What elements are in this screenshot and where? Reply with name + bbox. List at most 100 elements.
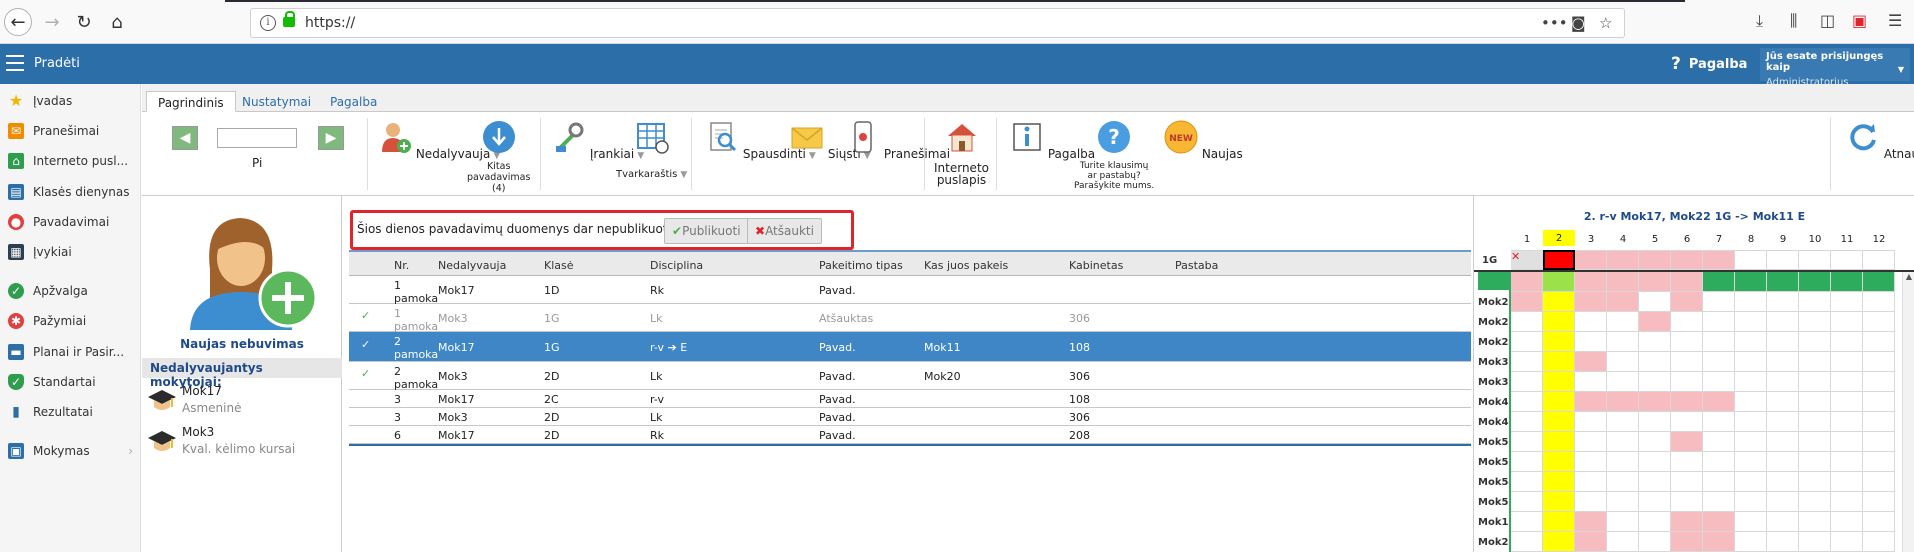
grid-cell[interactable] [1543,532,1575,552]
grid-cell[interactable] [1799,312,1831,332]
grid-cell[interactable] [1799,472,1831,492]
grid-cell[interactable] [1799,292,1831,312]
grid-cell[interactable] [1831,392,1863,412]
pocket-icon[interactable]: ◙ [1571,14,1586,32]
grid-cell[interactable] [1863,412,1895,432]
grid-cell[interactable] [1671,532,1703,552]
grid-cell[interactable] [1607,472,1639,492]
grid-cell[interactable] [1767,272,1799,292]
grid-cell[interactable] [1831,532,1863,552]
grid-cell[interactable] [1863,532,1895,552]
grid-cell[interactable] [1703,372,1735,392]
grid-cell[interactable] [1575,272,1607,292]
sidebar-item-planai[interactable]: ▬ Planai ir Pasir... [0,337,141,367]
grid-cell[interactable] [1799,432,1831,452]
grid-cell[interactable] [1511,492,1543,512]
grid-cell[interactable] [1607,392,1639,412]
grid-cell[interactable] [1767,452,1799,472]
sidebar-item-pavadavimai[interactable]: ● Pavadavimai [0,207,141,237]
grid-cell[interactable] [1543,312,1575,332]
sidebar-item-apzvalga[interactable]: ✓ Apžvalga [0,276,141,306]
grid-cell[interactable] [1735,372,1767,392]
library-icon[interactable]: ⫼ [1790,11,1797,31]
sidebar-item-ivykiai[interactable]: ▦ Įvykiai [0,237,141,267]
grid-cell[interactable] [1511,512,1543,532]
grid-cell[interactable] [1767,492,1799,512]
grid-cell[interactable] [1799,250,1831,270]
grid-cell[interactable] [1671,432,1703,452]
sidebar-item-standartai[interactable]: ✓ Standartai [0,367,141,397]
grid-cell[interactable] [1543,272,1575,292]
grid-cell[interactable] [1543,412,1575,432]
grid-cell[interactable] [1767,432,1799,452]
tab-nustatymai[interactable]: Nustatymai [231,91,322,112]
grid-cell[interactable] [1671,272,1703,292]
grid-cell[interactable] [1831,512,1863,532]
grid-cell[interactable] [1767,512,1799,532]
timetable-button[interactable]: Tvarkaraštis ▼ [616,120,687,181]
grid-cell[interactable] [1639,250,1671,270]
grid-cell[interactable] [1735,452,1767,472]
sidebar-item-rezultatai[interactable]: ▮ Rezultatai [0,397,141,427]
grid-cell[interactable] [1703,352,1735,372]
grid-cell[interactable] [1639,472,1671,492]
table-row[interactable]: ✓ 1 pamoka Mok3 1G Lk Atšauktas 306 [349,304,1471,333]
user-box[interactable]: Jūs esate prisijungęs kaip Administrator… [1760,48,1910,88]
grid-cell[interactable] [1511,472,1543,492]
grid-cell[interactable] [1703,492,1735,512]
grid-cell[interactable] [1511,312,1543,332]
grid-cell[interactable] [1607,412,1639,432]
grid-cell[interactable] [1607,372,1639,392]
grid-cell[interactable] [1831,412,1863,432]
grid-cell[interactable] [1671,472,1703,492]
grid-cell[interactable] [1511,412,1543,432]
grid-cell[interactable] [1703,392,1735,412]
grid-cell[interactable] [1607,432,1639,452]
grid-cell[interactable] [1511,352,1543,372]
grid-cell[interactable] [1863,372,1895,392]
grid-cell[interactable] [1799,532,1831,552]
column-header[interactable]: Nedalyvauja [438,259,506,272]
next-day-button[interactable]: ▶ [318,126,344,150]
grid-cell[interactable] [1639,392,1671,412]
grid-cell[interactable] [1575,372,1607,392]
grid-cell[interactable] [1575,292,1607,312]
grid-cell[interactable] [1639,492,1671,512]
grid-cell[interactable] [1831,432,1863,452]
grid-cell[interactable] [1831,272,1863,292]
grid-cell[interactable] [1767,372,1799,392]
absent-teacher-item[interactable]: Mok17 Asmeninė [148,384,338,422]
absent-teacher-item[interactable]: Mok3 Kval. kėlimo kursai [148,425,338,463]
grid-cell[interactable] [1799,272,1831,292]
grid-cell[interactable] [1703,532,1735,552]
grid-cell[interactable] [1575,472,1607,492]
grid-cell[interactable] [1863,352,1895,372]
grid-cell[interactable] [1511,532,1543,552]
grid-cell[interactable] [1575,512,1607,532]
hamburger-menu-icon[interactable] [6,55,24,71]
grid-cell[interactable] [1575,432,1607,452]
grid-cell[interactable] [1767,392,1799,412]
grid-cell[interactable] [1639,272,1671,292]
table-row[interactable]: 3 Mok3 2D Lk Pavad. 306 [349,408,1471,426]
grid-cell[interactable] [1863,332,1895,352]
grid-cell[interactable] [1671,312,1703,332]
grid-cell[interactable] [1639,352,1671,372]
new-absence-label[interactable]: Naujas nebuvimas [142,337,342,351]
column-header[interactable]: Pakeitimo tipas [819,259,903,272]
grid-cell[interactable] [1767,532,1799,552]
grid-cell[interactable] [1575,312,1607,332]
url-bar[interactable]: i https:// ••• ◙ ☆ [250,8,1625,38]
grid-cell[interactable] [1607,452,1639,472]
home-icon[interactable]: ⌂ [103,8,131,36]
grid-cell[interactable] [1767,312,1799,332]
cancel-button[interactable]: ✖Atšaukti [747,218,822,244]
grid-cell[interactable] [1831,292,1863,312]
column-header[interactable]: Pastaba [1175,259,1218,272]
grid-cell[interactable] [1863,472,1895,492]
grid-cell[interactable] [1575,532,1607,552]
column-header[interactable]: Kabinetas [1069,259,1123,272]
grid-cell[interactable] [1575,452,1607,472]
grid-cell[interactable] [1511,332,1543,352]
grid-cell[interactable] [1575,412,1607,432]
